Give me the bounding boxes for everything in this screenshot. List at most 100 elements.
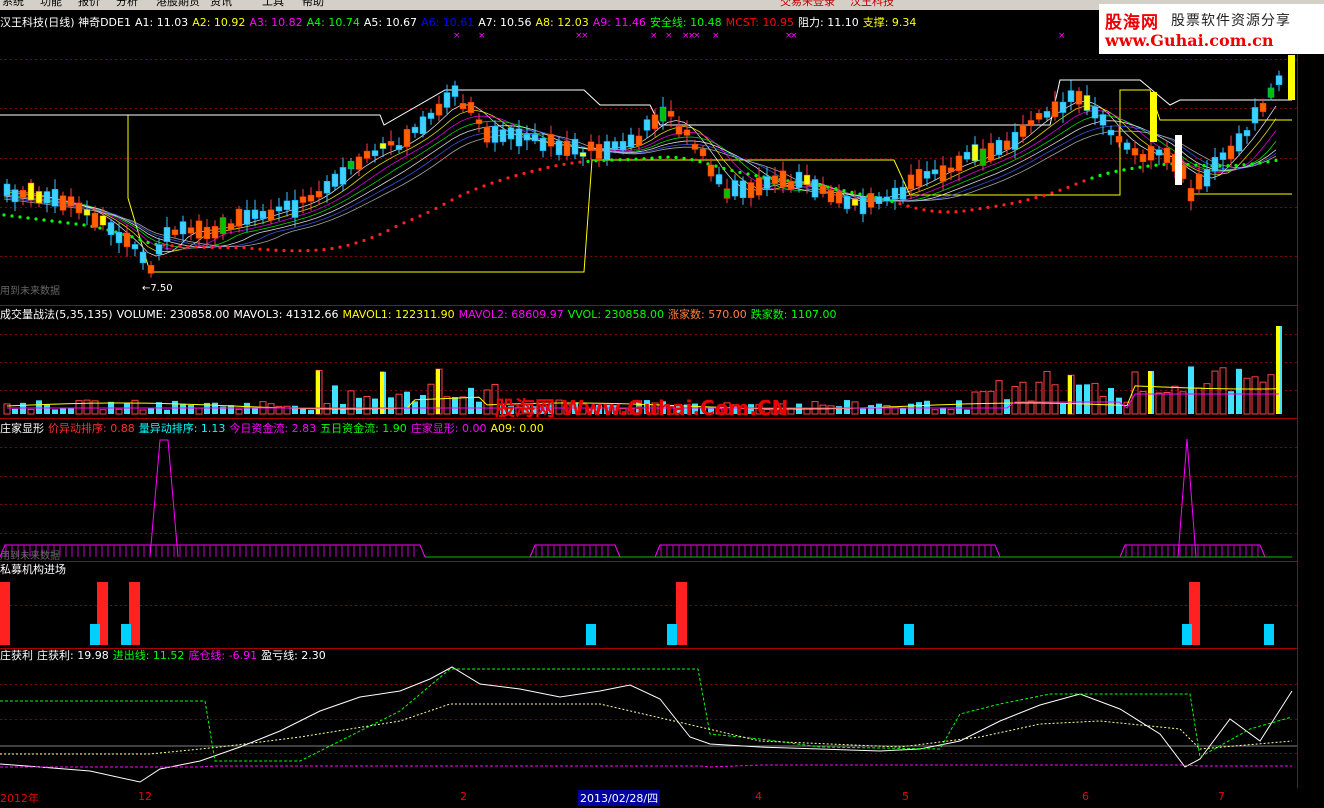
candle-body bbox=[1203, 169, 1211, 187]
date-tick[interactable]: 7 bbox=[1218, 790, 1225, 803]
signal-mark: × bbox=[581, 31, 589, 41]
mcst-dot bbox=[1266, 160, 1270, 164]
date-axis[interactable]: 2012年 12 2 2013/02/28/四 4 5 6 7 bbox=[0, 788, 1324, 808]
mcst-dot bbox=[234, 246, 238, 250]
candle-body bbox=[843, 195, 851, 210]
date-tick[interactable]: 12 bbox=[138, 790, 152, 803]
candle-body bbox=[683, 129, 691, 136]
mcst-dot bbox=[418, 214, 422, 218]
signal-mark: × bbox=[790, 31, 798, 41]
mcst-dot bbox=[690, 158, 694, 162]
mcst-dot bbox=[1010, 201, 1014, 205]
dealer-panel[interactable]: 庄家显形 价异动排序: 0.88 量异动排序: 1.13 今日资金流: 2.83 五日资… bbox=[0, 419, 1297, 562]
volume-bar bbox=[99, 409, 107, 415]
moving-average-line bbox=[3, 100, 1277, 257]
mcst-dot bbox=[682, 156, 686, 160]
menu-item-7[interactable]: 帮助 bbox=[302, 0, 324, 8]
candle-body bbox=[3, 183, 11, 197]
menu-item-2[interactable]: 报价 bbox=[78, 0, 100, 8]
mcst-dot bbox=[1106, 171, 1110, 175]
mcst-dot bbox=[370, 235, 374, 240]
candle-body bbox=[1123, 142, 1131, 150]
mcst-dot bbox=[82, 223, 86, 227]
profit-chart[interactable] bbox=[0, 649, 1297, 788]
volume-bar bbox=[83, 399, 91, 415]
candle-body bbox=[835, 191, 843, 204]
candle-body bbox=[651, 114, 659, 129]
mcst-dot bbox=[298, 249, 302, 253]
mcst-dot bbox=[674, 155, 678, 160]
volume-bar bbox=[1099, 395, 1107, 415]
candle-body bbox=[499, 129, 507, 143]
date-tick[interactable]: 2013/02/28/四 bbox=[578, 790, 661, 806]
menu-item-1[interactable]: 功能 bbox=[40, 0, 62, 8]
volume-bar bbox=[148, 408, 154, 414]
mcst-dot bbox=[410, 217, 414, 222]
fund-panel[interactable]: 私募机构进场 bbox=[0, 562, 1297, 649]
mcst-dot bbox=[162, 243, 166, 247]
menu-item-5[interactable]: 资讯 bbox=[210, 0, 232, 8]
date-tick[interactable]: 5 bbox=[902, 790, 909, 803]
menu-item-4[interactable]: 港股期货 bbox=[156, 0, 200, 8]
volume-bar bbox=[420, 395, 426, 414]
mcst-dot bbox=[554, 164, 558, 168]
date-tick[interactable]: 6 bbox=[1082, 790, 1089, 803]
candle-body bbox=[91, 212, 99, 228]
volume-bar bbox=[1195, 387, 1203, 415]
fund-chart[interactable] bbox=[0, 562, 1297, 648]
mcst-dot bbox=[322, 247, 326, 252]
mcst-dot bbox=[1058, 188, 1062, 192]
date-tick[interactable]: 4 bbox=[755, 790, 762, 803]
volume-bar bbox=[52, 409, 58, 414]
candle-body bbox=[827, 190, 835, 203]
volume-bar bbox=[1060, 403, 1066, 414]
mcst-dot bbox=[754, 173, 758, 178]
menu-item-3[interactable]: 分析 bbox=[116, 0, 138, 8]
candle-body bbox=[795, 171, 803, 188]
mcst-dot bbox=[530, 169, 534, 173]
menu-item-6[interactable]: 工具 bbox=[262, 0, 284, 8]
mcst-dot bbox=[1034, 196, 1038, 200]
signal-mark: × bbox=[665, 31, 673, 41]
volume-bar bbox=[115, 408, 123, 415]
menu-item-0[interactable]: 系统 bbox=[2, 0, 24, 8]
kline-chart[interactable]: × × ×× × × ××× × ×× × bbox=[0, 10, 1297, 305]
candle-body bbox=[483, 126, 491, 143]
fund-signal-bar bbox=[667, 624, 677, 645]
candle-body bbox=[883, 196, 891, 202]
volume-bar bbox=[195, 407, 203, 415]
mcst-dot bbox=[274, 248, 278, 252]
mcst-dot bbox=[50, 219, 54, 223]
candle-body bbox=[1011, 131, 1019, 150]
candle-body bbox=[19, 190, 27, 198]
candle-body bbox=[203, 226, 211, 239]
candle-body bbox=[571, 138, 579, 155]
dealer-chart[interactable] bbox=[0, 419, 1297, 561]
candle-body bbox=[627, 134, 635, 148]
date-tick[interactable]: 2 bbox=[460, 790, 467, 803]
candle-body bbox=[563, 140, 571, 156]
fund-signal-bar bbox=[904, 624, 914, 645]
candle-body bbox=[611, 141, 619, 150]
candle-body bbox=[1091, 106, 1099, 119]
fund-signal-bar bbox=[90, 624, 100, 645]
candle-body bbox=[299, 196, 307, 203]
volume-bar bbox=[124, 403, 130, 414]
mcst-dot bbox=[1098, 173, 1102, 178]
volume-bar bbox=[1116, 397, 1122, 414]
mcst-dot bbox=[10, 214, 14, 218]
candle-body bbox=[619, 141, 627, 151]
mcst-dot bbox=[618, 158, 622, 162]
candle-body bbox=[219, 217, 227, 235]
candle-body bbox=[995, 139, 1003, 156]
kline-panel[interactable]: 汉王科技(日线) 神奇DDE1 A1: 11.03 A2: 10.92 A3: 10.… bbox=[0, 10, 1297, 306]
volume-bar bbox=[164, 409, 170, 414]
volume-bar bbox=[356, 397, 362, 414]
candle-body bbox=[1175, 135, 1182, 185]
profit-panel[interactable]: 庄获利 庄获利: 19.98 进出线: 11.52 底仓线: -6.91 盈亏线: 2.… bbox=[0, 649, 1297, 788]
mcst-dot bbox=[506, 176, 510, 180]
login-status[interactable]: 交易未登录 bbox=[780, 0, 835, 8]
date-tick[interactable]: 2012年 bbox=[0, 790, 39, 806]
mcst-dot bbox=[906, 204, 910, 208]
candle-body bbox=[907, 174, 915, 190]
